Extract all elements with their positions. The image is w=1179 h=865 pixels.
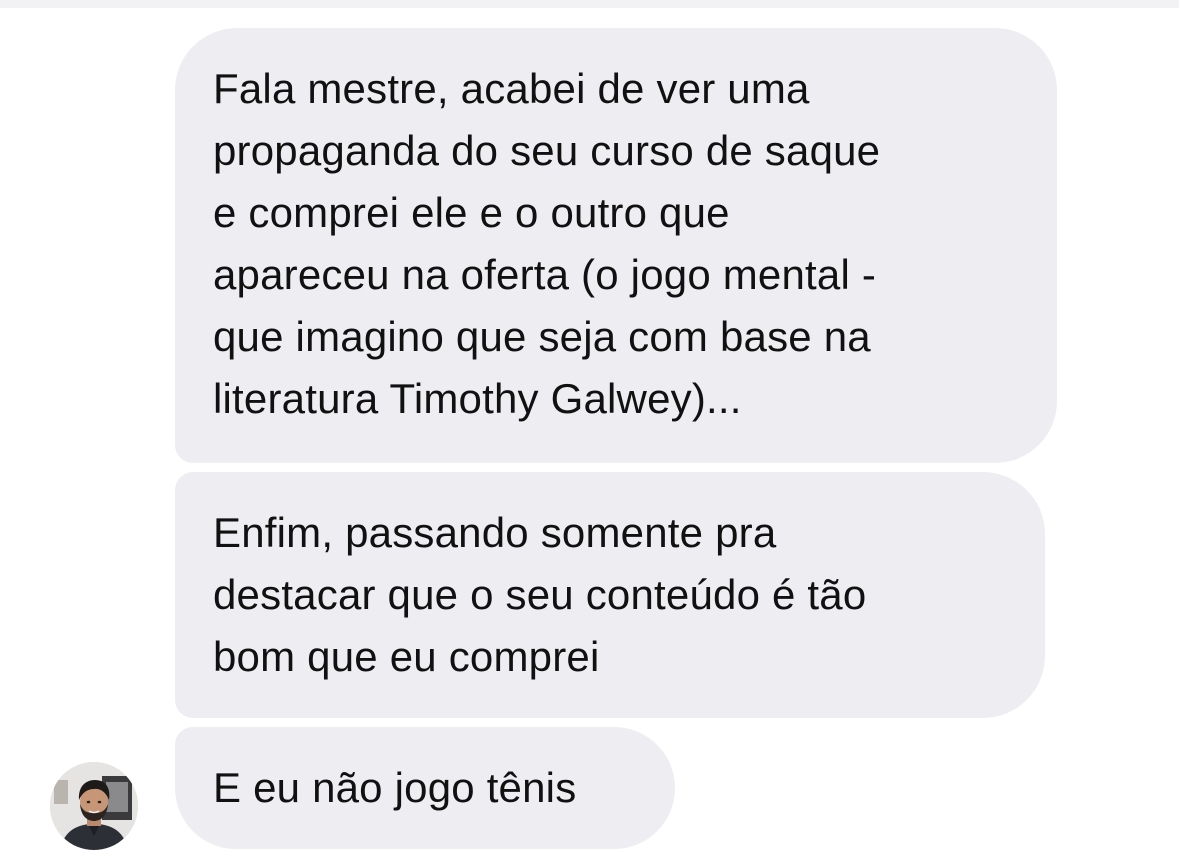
message-thread[interactable]: Fala mestre, acabei de ver uma propagand…: [0, 0, 1179, 865]
avatar-photo-icon: [50, 762, 138, 850]
message-bubble[interactable]: E eu não jogo tênis: [175, 727, 675, 849]
sender-avatar[interactable]: [50, 762, 138, 850]
message-bubble[interactable]: Fala mestre, acabei de ver uma propagand…: [175, 28, 1057, 463]
message-bubble[interactable]: Enfim, passando somente pra destacar que…: [175, 472, 1045, 718]
